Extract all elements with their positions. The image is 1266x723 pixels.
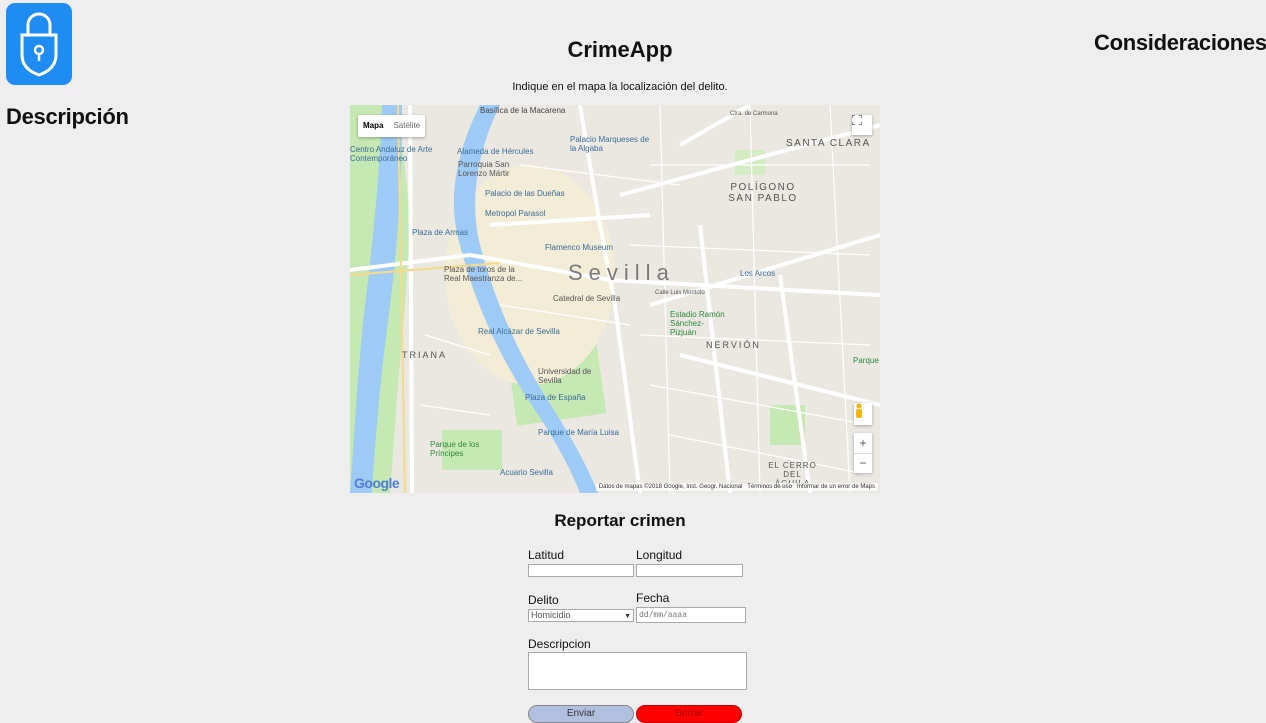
crime-location-map[interactable]: Basílica de la Macarena Palacio Marquese… [350, 105, 880, 493]
place-label: Universidad de Sevilla [538, 367, 592, 385]
longitude-input[interactable] [636, 564, 743, 577]
report-error-link[interactable]: Informar de un error de Maps [797, 484, 875, 490]
fullscreen-button[interactable] [852, 115, 872, 135]
district-label: TRIANA [402, 350, 448, 360]
fullscreen-icon [852, 115, 862, 125]
attribution-text: Datos de mapas ©2018 Google, Inst. Geogr… [598, 484, 743, 490]
map-type-map-button[interactable]: Mapa [358, 115, 388, 137]
caret-down-icon: ▼ [624, 613, 631, 620]
place-label: Parque [853, 356, 879, 365]
place-label: Los Arcos [740, 269, 776, 278]
place-label: Palacio Marqueses de la Algaba [570, 135, 650, 153]
longitude-label: Longitud [636, 548, 683, 562]
map-label-layer: Basílica de la Macarena Palacio Marquese… [350, 105, 880, 493]
terms-link[interactable]: Términos de uso [747, 484, 792, 490]
city-label: Sevilla [568, 260, 675, 285]
app-logo [6, 3, 72, 85]
place-label: Calle Luis Montoto [655, 290, 705, 296]
place-label: Centro Andaluz de Arte Contemporáneo [350, 145, 433, 163]
lock-shield-icon [20, 12, 58, 77]
crime-select[interactable]: Homicidio ▼ [528, 609, 634, 622]
place-label: Catedral de Sevilla [553, 294, 621, 303]
date-input[interactable] [636, 607, 746, 623]
place-label: Plaza de Armas [412, 228, 469, 237]
description-heading: Descripción [6, 104, 129, 129]
place-label: Parque de María Luisa [538, 428, 619, 437]
place-label: Basílica de la Macarena [480, 106, 566, 115]
latitude-label: Latitud [528, 548, 565, 562]
place-label: Alameda de Hércules [457, 147, 534, 156]
place-label: Estadio Ramón Sánchez-Pizjuán [670, 310, 725, 337]
district-label: SANTA CLARA [786, 138, 871, 149]
zoom-control: + − [854, 433, 872, 473]
report-form-title: Reportar crimen [554, 511, 686, 530]
place-label: Plaza de España [525, 393, 586, 402]
place-label: Parque de los Príncipes [430, 440, 480, 458]
latitude-input[interactable] [528, 564, 634, 577]
clear-button[interactable]: Borrar [636, 705, 742, 723]
map-attribution: Datos de mapas ©2018 Google, Inst. Geogr… [595, 483, 878, 491]
map-instructions: Indique en el mapa la localización del d… [512, 81, 728, 93]
google-logo: Google [354, 475, 400, 491]
street-view-pegman[interactable] [854, 403, 872, 425]
place-label: Real Alcázar de Sevilla [478, 327, 560, 336]
pegman-icon [856, 403, 862, 418]
place-label: Plaza de toros de la Real Maestranza de.… [444, 265, 523, 283]
description-textarea[interactable] [528, 652, 747, 690]
crime-selected-value: Homicidio [531, 610, 571, 620]
place-label: Acuario Sevilla [500, 468, 553, 477]
place-label: Palacio de las Dueñas [485, 189, 565, 198]
considerations-heading: Consideraciones [1094, 30, 1266, 55]
date-label: Fecha [636, 591, 670, 605]
map-type-satellite-button[interactable]: Satélite [388, 115, 425, 137]
zoom-in-button[interactable]: + [854, 433, 872, 454]
page-title: CrimeApp [567, 37, 673, 62]
zoom-out-button[interactable]: − [854, 454, 872, 473]
district-label: NERVIÓN [706, 340, 761, 350]
place-label: Parroquia San Lorenzo Mártir [458, 160, 510, 178]
crime-label: Delito [528, 593, 559, 607]
send-button[interactable]: Enviar [528, 705, 634, 723]
place-label: Ctra. de Carmona [730, 111, 778, 117]
place-label: Metropol Parasol [485, 209, 546, 218]
description-label: Descripcion [528, 637, 591, 651]
district-label: POLÍGONO SAN PABLO [728, 182, 798, 204]
place-label: Flamenco Museum [545, 243, 614, 252]
map-type-control[interactable]: Mapa Satélite [358, 115, 426, 137]
